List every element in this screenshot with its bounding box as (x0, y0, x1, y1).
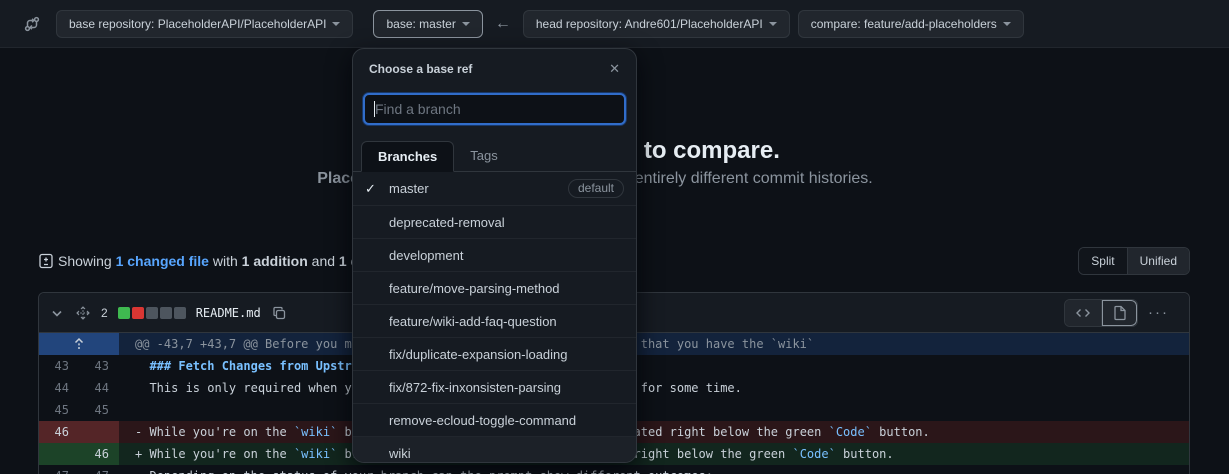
branch-name: development (389, 248, 463, 263)
branch-name: feature/wiki-add-faq-question (389, 314, 557, 329)
source-diff-button[interactable] (1065, 300, 1101, 326)
ref-type-tabs: Branches Tags (353, 135, 636, 172)
default-badge: default (568, 179, 624, 198)
branch-name: remove-ecloud-toggle-command (389, 413, 576, 428)
unified-view-button[interactable]: Unified (1127, 248, 1189, 274)
file-icon (1112, 305, 1128, 321)
branch-option[interactable]: feature/move-parsing-method (353, 271, 636, 304)
diffstat-squares (118, 307, 186, 319)
git-compare-icon (24, 16, 40, 32)
chevron-down-icon (462, 22, 470, 30)
line-number-right[interactable]: 47 (79, 465, 119, 474)
code-line: This is only required when your fork is … (119, 377, 1189, 399)
showing-text: Showing (58, 253, 116, 269)
diff-mode-toggle (1064, 299, 1138, 327)
split-view-button[interactable]: Split (1079, 248, 1126, 274)
check-icon: ✓ (365, 181, 389, 197)
head-repository-button[interactable]: head repository: Andre601/PlaceholderAPI (523, 10, 790, 38)
move-handle-icon[interactable] (75, 305, 91, 321)
branch-option[interactable]: deprecated-removal (353, 205, 636, 238)
branch-name: deprecated-removal (389, 215, 505, 230)
branch-option[interactable]: wiki (353, 436, 636, 462)
hunk-header-text: @@ -43,7 +43,7 @@ Before you make change… (119, 333, 1189, 355)
diffstat-neutral-square (174, 307, 186, 319)
kebab-menu-icon[interactable]: ··· (1138, 304, 1179, 321)
branch-name: feature/move-parsing-method (389, 281, 560, 296)
changed-lines-count: 2 (101, 306, 108, 320)
expand-hunk-button[interactable] (39, 333, 119, 355)
diffstat-neutral-square (146, 307, 158, 319)
head-repository-label: head repository: Andre601/PlaceholderAPI (536, 17, 763, 31)
code-line: ### Fetch Changes from Upstream (119, 355, 1189, 377)
code-line: - While you're on the `wiki` branch, the… (119, 421, 1189, 443)
line-number-left[interactable]: 46 (39, 421, 79, 443)
base-ref-selector-menu: Choose a base ref ✕ Branches Tags ✓ mast… (352, 48, 637, 463)
branch-name: fix/872-fix-inxonsisten-parsing (389, 380, 561, 395)
diffstat-neutral-square (160, 307, 172, 319)
tab-tags[interactable]: Tags (454, 141, 513, 171)
line-number-right[interactable]: 43 (79, 355, 119, 377)
code-icon (1075, 305, 1091, 321)
line-number-right[interactable]: 46 (79, 443, 119, 465)
base-ref-button[interactable]: base: master (373, 10, 482, 38)
close-icon[interactable]: ✕ (609, 61, 620, 77)
diff-view-toggle: Split Unified (1078, 247, 1190, 275)
code-line (119, 399, 1189, 421)
branch-name: fix/duplicate-expansion-loading (389, 347, 568, 362)
branch-option[interactable]: fix/duplicate-expansion-loading (353, 337, 636, 370)
diffstat-deletion-square (132, 307, 144, 319)
branch-option[interactable]: development (353, 238, 636, 271)
branch-list: ✓ master default deprecated-removal deve… (353, 172, 636, 462)
ref-menu-title: Choose a base ref (369, 62, 472, 76)
branch-name: master (389, 181, 429, 196)
rich-diff-button[interactable] (1101, 300, 1137, 326)
chevron-down-icon (1003, 22, 1011, 30)
line-number-left[interactable]: 47 (39, 465, 79, 474)
line-number-left[interactable]: 44 (39, 377, 79, 399)
code-line: Depending on the status of your branch c… (119, 465, 1189, 474)
diff-row-context: 47 47 Depending on the status of your br… (39, 465, 1189, 474)
branch-option-master[interactable]: ✓ master default (353, 172, 636, 205)
line-number-right[interactable]: 44 (79, 377, 119, 399)
line-number-left[interactable] (39, 443, 79, 465)
branch-option[interactable]: fix/872-fix-inxonsisten-parsing (353, 370, 636, 403)
fold-up-icon (71, 336, 87, 352)
chevron-down-icon (332, 22, 340, 30)
collapse-chevron-icon[interactable] (49, 305, 65, 321)
base-repository-label: base repository: PlaceholderAPI/Placehol… (69, 17, 326, 31)
copy-icon[interactable] (271, 305, 287, 321)
compare-ref-label: compare: feature/add-placeholders (811, 17, 997, 31)
file-name: README.md (196, 306, 261, 320)
diffstat-addition-square (118, 307, 130, 319)
code-line: + While you're on the `wiki` branch, you… (119, 443, 1189, 465)
arrow-left-icon: ← (495, 15, 511, 33)
line-number-left[interactable]: 45 (39, 399, 79, 421)
base-ref-label: base: master (386, 17, 455, 31)
text-cursor (374, 101, 375, 117)
line-number-right[interactable] (79, 421, 119, 443)
find-branch-input[interactable] (363, 93, 626, 125)
base-repository-button[interactable]: base repository: PlaceholderAPI/Placehol… (56, 10, 353, 38)
chevron-down-icon (769, 22, 777, 30)
branch-option[interactable]: remove-ecloud-toggle-command (353, 403, 636, 436)
branch-name: wiki (389, 446, 411, 461)
branch-option[interactable]: feature/wiki-add-faq-question (353, 304, 636, 337)
compare-ref-toolbar: base repository: PlaceholderAPI/Placehol… (0, 0, 1229, 48)
additions-count: 1 addition (242, 253, 308, 269)
line-number-right[interactable]: 45 (79, 399, 119, 421)
tab-branches[interactable]: Branches (361, 141, 454, 172)
file-diff-icon (38, 253, 54, 269)
line-number-left[interactable]: 43 (39, 355, 79, 377)
changed-file-link[interactable]: 1 changed file (116, 253, 209, 269)
compare-ref-button[interactable]: compare: feature/add-placeholders (798, 10, 1024, 38)
